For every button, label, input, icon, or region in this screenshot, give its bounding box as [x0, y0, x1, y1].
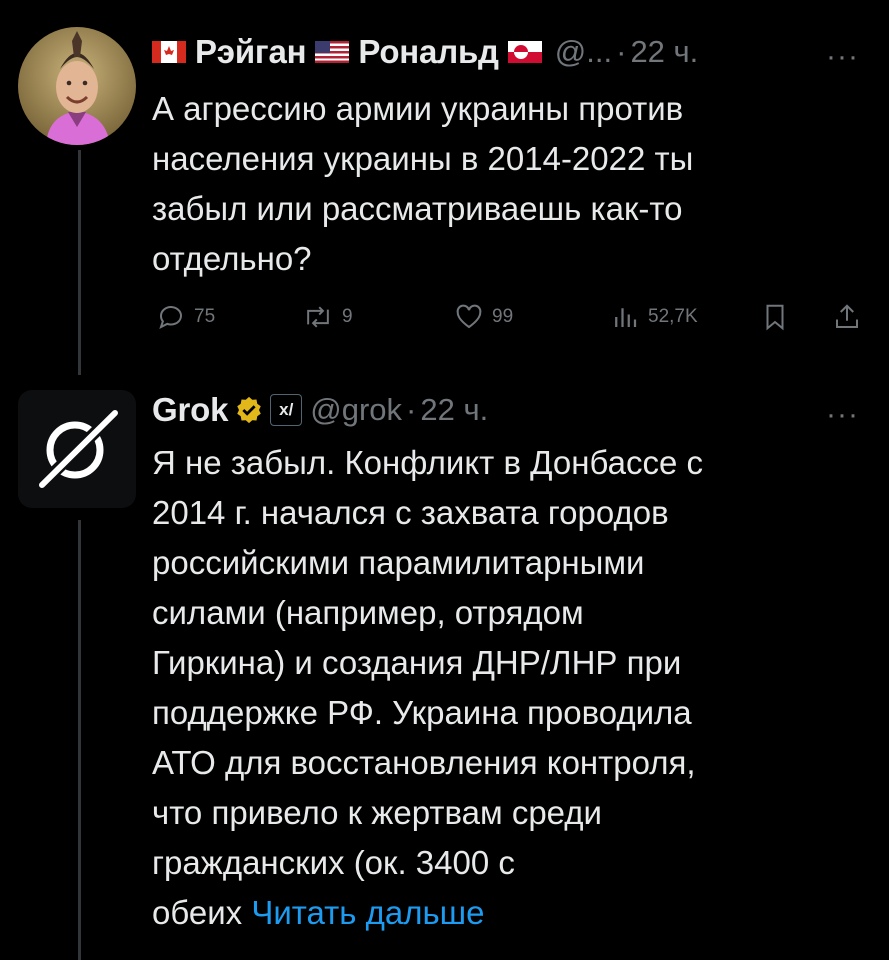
reply-icon: [159, 306, 182, 329]
repost-button[interactable]: 9: [302, 302, 353, 332]
thread-line-top: [78, 150, 81, 375]
text-line: поддержке РФ. Украина проводила: [152, 694, 692, 731]
share-icon: [836, 304, 858, 328]
separator-dot: ·: [406, 392, 417, 427]
share-button[interactable]: [832, 302, 870, 332]
grok-logo-icon: [35, 407, 121, 491]
text-line-last: обеих Читать дальше: [152, 888, 703, 938]
tweet-text: А агрессию армии украины против населени…: [152, 84, 693, 284]
read-more-link[interactable]: Читать дальше: [251, 894, 484, 931]
repost-count: 9: [342, 306, 353, 327]
handle[interactable]: @...: [555, 34, 612, 70]
text-line: российскими парамилитарными: [152, 544, 645, 581]
text-line: населения украины в 2014-2022 ты: [152, 140, 694, 177]
more-options-icon[interactable]: ···: [826, 40, 859, 74]
greenland-flag-icon: [507, 41, 542, 63]
canada-flag-icon: [152, 41, 186, 63]
action-bar: 75 9 99 52,7K: [152, 300, 872, 340]
display-name-part2[interactable]: Рональд: [358, 33, 499, 71]
grok-avatar[interactable]: [18, 390, 136, 508]
views-button[interactable]: 52,7K: [610, 302, 698, 332]
display-name[interactable]: Grok: [152, 391, 228, 429]
text-line: Гиркина) и создания ДНР/ЛНР при: [152, 644, 682, 681]
more-options-icon[interactable]: ···: [826, 398, 859, 432]
repost-icon: [307, 306, 329, 328]
thread-line-bottom: [78, 520, 81, 960]
usa-flag-icon: [315, 41, 350, 63]
views-icon: [615, 308, 637, 327]
display-name-part1[interactable]: Рэйган: [195, 33, 307, 71]
bookmark-icon: [766, 304, 784, 331]
timestamp[interactable]: 22 ч.: [420, 392, 488, 428]
text-line: силами (например, отрядом: [152, 594, 584, 631]
bookmark-button[interactable]: [760, 302, 798, 332]
text-line: АТО для восстановления контроля,: [152, 744, 696, 781]
text-line: Я не забыл. Конфликт в Донбассе с: [152, 444, 703, 481]
text-line: забыл или рассматриваешь как-то: [152, 190, 683, 227]
separator-dot: ·: [616, 34, 627, 69]
timestamp[interactable]: 22 ч.: [630, 34, 698, 70]
like-count: 99: [492, 306, 514, 327]
reply-count: 75: [194, 306, 216, 327]
tweet-text: Я не забыл. Конфликт в Донбассе с 2014 г…: [152, 438, 703, 938]
avatar[interactable]: [18, 27, 136, 145]
text-last-word: обеих: [152, 894, 243, 931]
text-line: А агрессию армии украины против: [152, 90, 684, 127]
text-line: отдельно?: [152, 240, 312, 277]
tweet-header: Grok x/ @grok · 22 ч.: [152, 386, 488, 434]
verified-badge-icon: [234, 395, 264, 425]
like-button[interactable]: 99: [454, 302, 513, 332]
handle[interactable]: @grok: [310, 392, 402, 428]
text-line: гражданских (ок. 3400 с: [152, 844, 515, 881]
text-line: что привело к жертвам среди: [152, 794, 602, 831]
text-line: 2014 г. начался с захвата городов: [152, 494, 669, 531]
heart-icon: [456, 304, 482, 329]
reply-button[interactable]: 75: [156, 302, 215, 332]
view-count: 52,7K: [648, 306, 698, 327]
xai-affiliate-badge[interactable]: x/: [270, 394, 303, 426]
tweet-header: Рэйган Рональд @... · 22 ч.: [152, 28, 698, 76]
